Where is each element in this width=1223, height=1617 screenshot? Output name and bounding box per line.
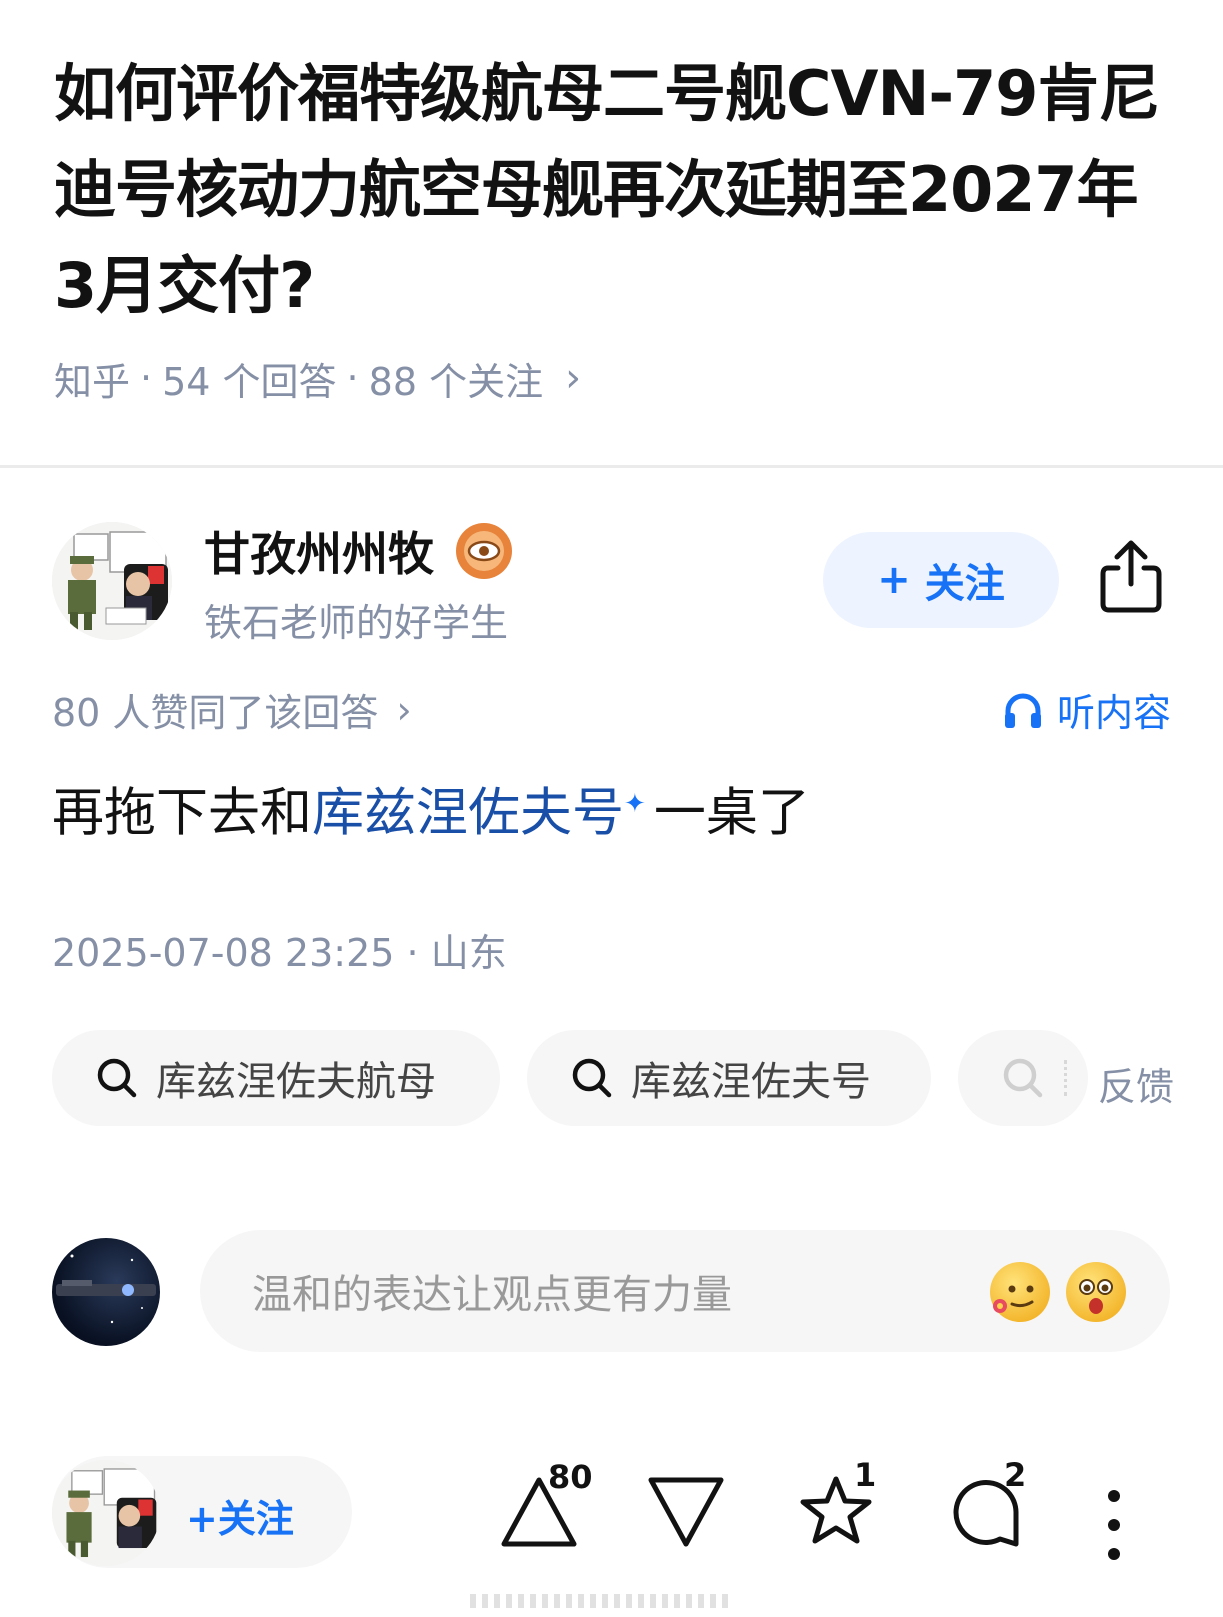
space-avatar-icon xyxy=(56,1254,156,1324)
meta-separator: · xyxy=(140,356,153,400)
more-vertical-icon[interactable] xyxy=(1104,1484,1124,1570)
section-divider xyxy=(0,465,1223,468)
flower-emoji-icon[interactable] xyxy=(990,1262,1050,1322)
timestamp-label: 2025-07-08 23:25 xyxy=(52,931,395,975)
user-avatar[interactable] xyxy=(52,1238,160,1346)
search-chip-label: 库兹涅佐夫号 xyxy=(631,1059,871,1105)
answer-content: 再拖下去和库兹涅佐夫号✦ 一桌了 xyxy=(52,768,810,849)
feedback-divider xyxy=(1064,1060,1067,1096)
upvote-summary-label: 80 人赞同了该回答 xyxy=(52,691,379,735)
downvote-icon[interactable] xyxy=(645,1474,727,1550)
comment-placeholder: 温和的表达让观点更有力量 xyxy=(252,1272,732,1318)
chevron-right-icon: › xyxy=(565,355,582,401)
question-meta[interactable]: 知乎 · 54 个回答 · 88 个关注 › xyxy=(54,350,581,406)
comment-count: 2 xyxy=(1004,1456,1027,1494)
author-headline: 铁石老师的好学生 xyxy=(204,601,509,645)
sparkle-icon: ✦ xyxy=(624,789,646,819)
answer-timestamp: 2025-07-08 23:25 · 山东 xyxy=(52,922,507,977)
location-label: 山东 xyxy=(430,931,507,975)
search-chip-faded[interactable] xyxy=(958,1030,1088,1126)
follow-label: 关注 xyxy=(924,561,1005,607)
meta-separator: · xyxy=(346,356,359,400)
search-chip[interactable]: 库兹涅佐夫号 xyxy=(527,1030,931,1126)
favorite-count: 1 xyxy=(854,1456,877,1494)
answer-text-before: 再拖下去和 xyxy=(52,783,313,844)
bottom-follow-button[interactable]: +关注 xyxy=(186,1488,294,1543)
author-avatar[interactable] xyxy=(52,522,172,640)
follower-count: 88 个关注 xyxy=(368,359,544,404)
answer-text-after: 一桌了 xyxy=(653,783,810,844)
question-title[interactable]: 如何评价福特级航母二号舰CVN-79肯尼迪号核动力航空母舰再次延期至2027年3… xyxy=(54,46,1179,334)
follow-button[interactable]: + 关注 xyxy=(823,532,1059,628)
share-icon[interactable] xyxy=(1098,538,1164,614)
watermark-strip xyxy=(470,1594,730,1608)
author-name[interactable]: 甘孜州州牧 xyxy=(204,518,512,584)
follow-label: 关注 xyxy=(217,1497,294,1541)
keyword-link[interactable]: 库兹涅佐夫号 xyxy=(312,783,624,843)
listen-label: 听内容 xyxy=(1056,691,1171,735)
upvote-summary[interactable]: 80 人赞同了该回答 › xyxy=(52,682,412,737)
search-icon xyxy=(97,1058,137,1098)
answer-count: 54 个回答 xyxy=(162,359,337,404)
bottom-author-avatar[interactable] xyxy=(52,1460,160,1566)
verified-eye-badge-icon xyxy=(456,523,512,579)
chevron-right-icon: › xyxy=(396,687,412,732)
plus-icon: + xyxy=(186,1497,218,1541)
listen-button[interactable]: 听内容 xyxy=(1003,682,1171,737)
avatar-cartoon-icon xyxy=(52,522,172,640)
headphones-icon xyxy=(1004,693,1041,728)
upvote-count: 80 xyxy=(548,1458,593,1496)
timestamp-separator: · xyxy=(406,931,419,975)
avatar-cartoon-icon xyxy=(52,1460,160,1566)
search-chip[interactable]: 库兹涅佐夫航母 xyxy=(52,1030,500,1126)
search-chip-label: 库兹涅佐夫航母 xyxy=(156,1059,436,1105)
plus-icon: + xyxy=(877,557,911,603)
search-icon xyxy=(1003,1058,1043,1098)
source-label: 知乎 xyxy=(54,359,131,404)
surprised-emoji-icon[interactable] xyxy=(1066,1262,1126,1322)
author-name-label: 甘孜州州牧 xyxy=(204,527,434,581)
feedback-button[interactable]: 反馈 xyxy=(1098,1056,1174,1111)
search-icon xyxy=(572,1058,612,1098)
